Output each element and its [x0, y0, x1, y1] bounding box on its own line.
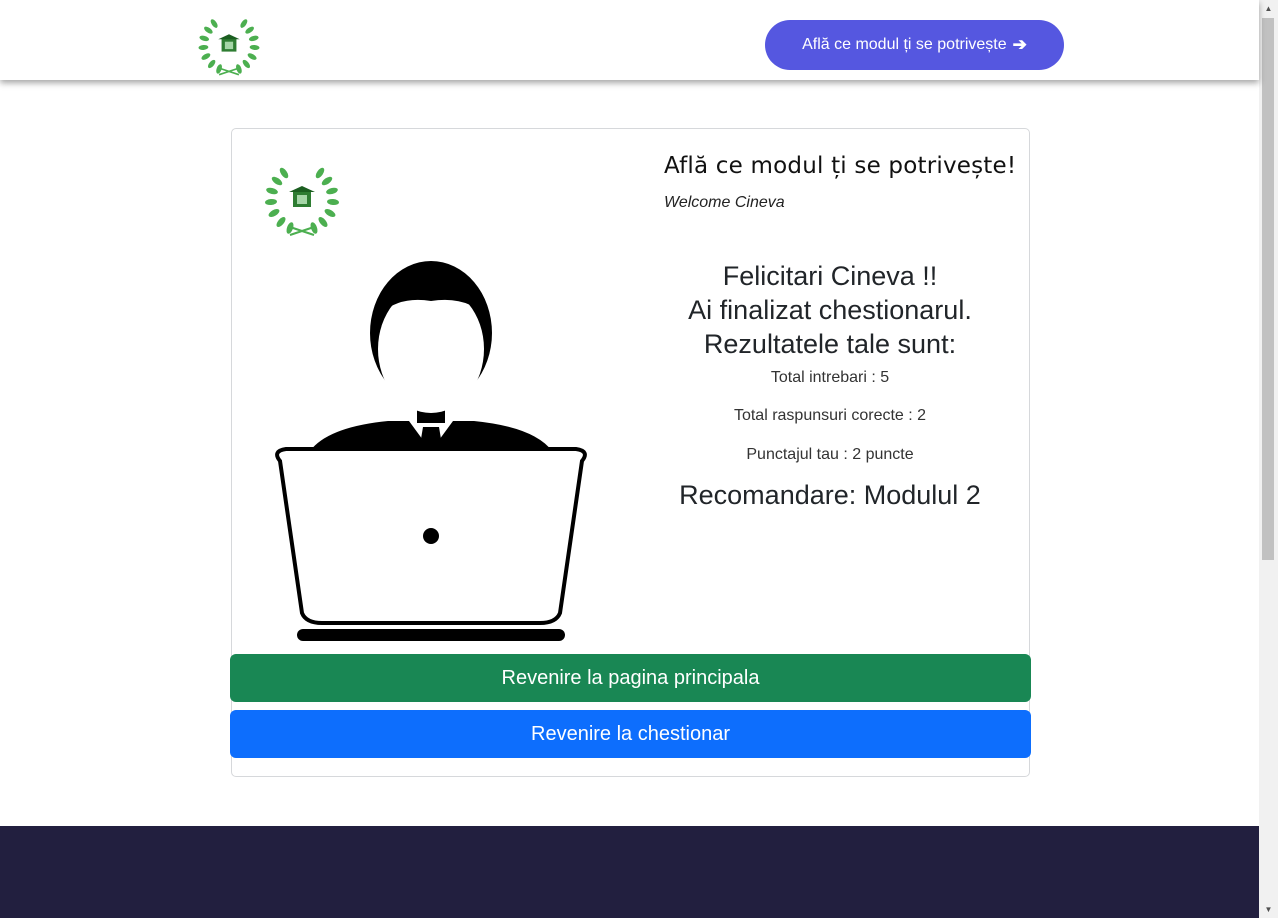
arrow-right-icon: ➔: [1012, 35, 1027, 54]
navbar: Află ce modul ți se potrivește ➔: [0, 0, 1259, 80]
recommendation-text: Recomandare: Modulul 2: [679, 480, 981, 510]
score-text: Punctajul tau : 2 puncte: [746, 446, 914, 463]
back-to-main-page-button[interactable]: Revenire la pagina principala: [230, 654, 1031, 702]
quiz-title: Află ce modul ți se potrivește!: [664, 153, 1017, 179]
correct-answers-text: Total raspunsuri corecte : 2: [733, 407, 927, 424]
scroll-thumb[interactable]: [1262, 18, 1274, 560]
result-card: Află ce modul ți se potrivește! Welcome …: [230, 128, 1031, 777]
scroll-up-arrow-icon[interactable]: ▲: [1259, 0, 1278, 17]
welcome-text: Welcome Cineva: [664, 194, 785, 211]
results-panel: Felicitari Cineva !! Ai finalizat chesti…: [630, 259, 1030, 511]
results-intro-line: Rezultatele tale sunt:: [703, 329, 957, 359]
back-to-questionnaire-button[interactable]: Revenire la chestionar: [230, 710, 1031, 758]
laurel-logo-icon[interactable]: [196, 12, 262, 78]
find-module-label: Află ce modul ți se potrivește: [802, 36, 1007, 53]
laurel-logo-icon: [265, 167, 339, 236]
find-module-button[interactable]: Află ce modul ți se potrivește ➔: [765, 20, 1064, 70]
total-questions-text: Total intrebari : 5: [770, 369, 890, 386]
vertical-scrollbar[interactable]: ▲ ▼: [1259, 0, 1278, 918]
scroll-down-arrow-icon[interactable]: ▼: [1259, 901, 1278, 918]
footer: [0, 826, 1259, 918]
finished-line: Ai finalizat chestionarul.: [688, 295, 972, 325]
congrats-line: Felicitari Cineva !!: [722, 261, 938, 291]
person-laptop-illustration: [275, 261, 587, 641]
